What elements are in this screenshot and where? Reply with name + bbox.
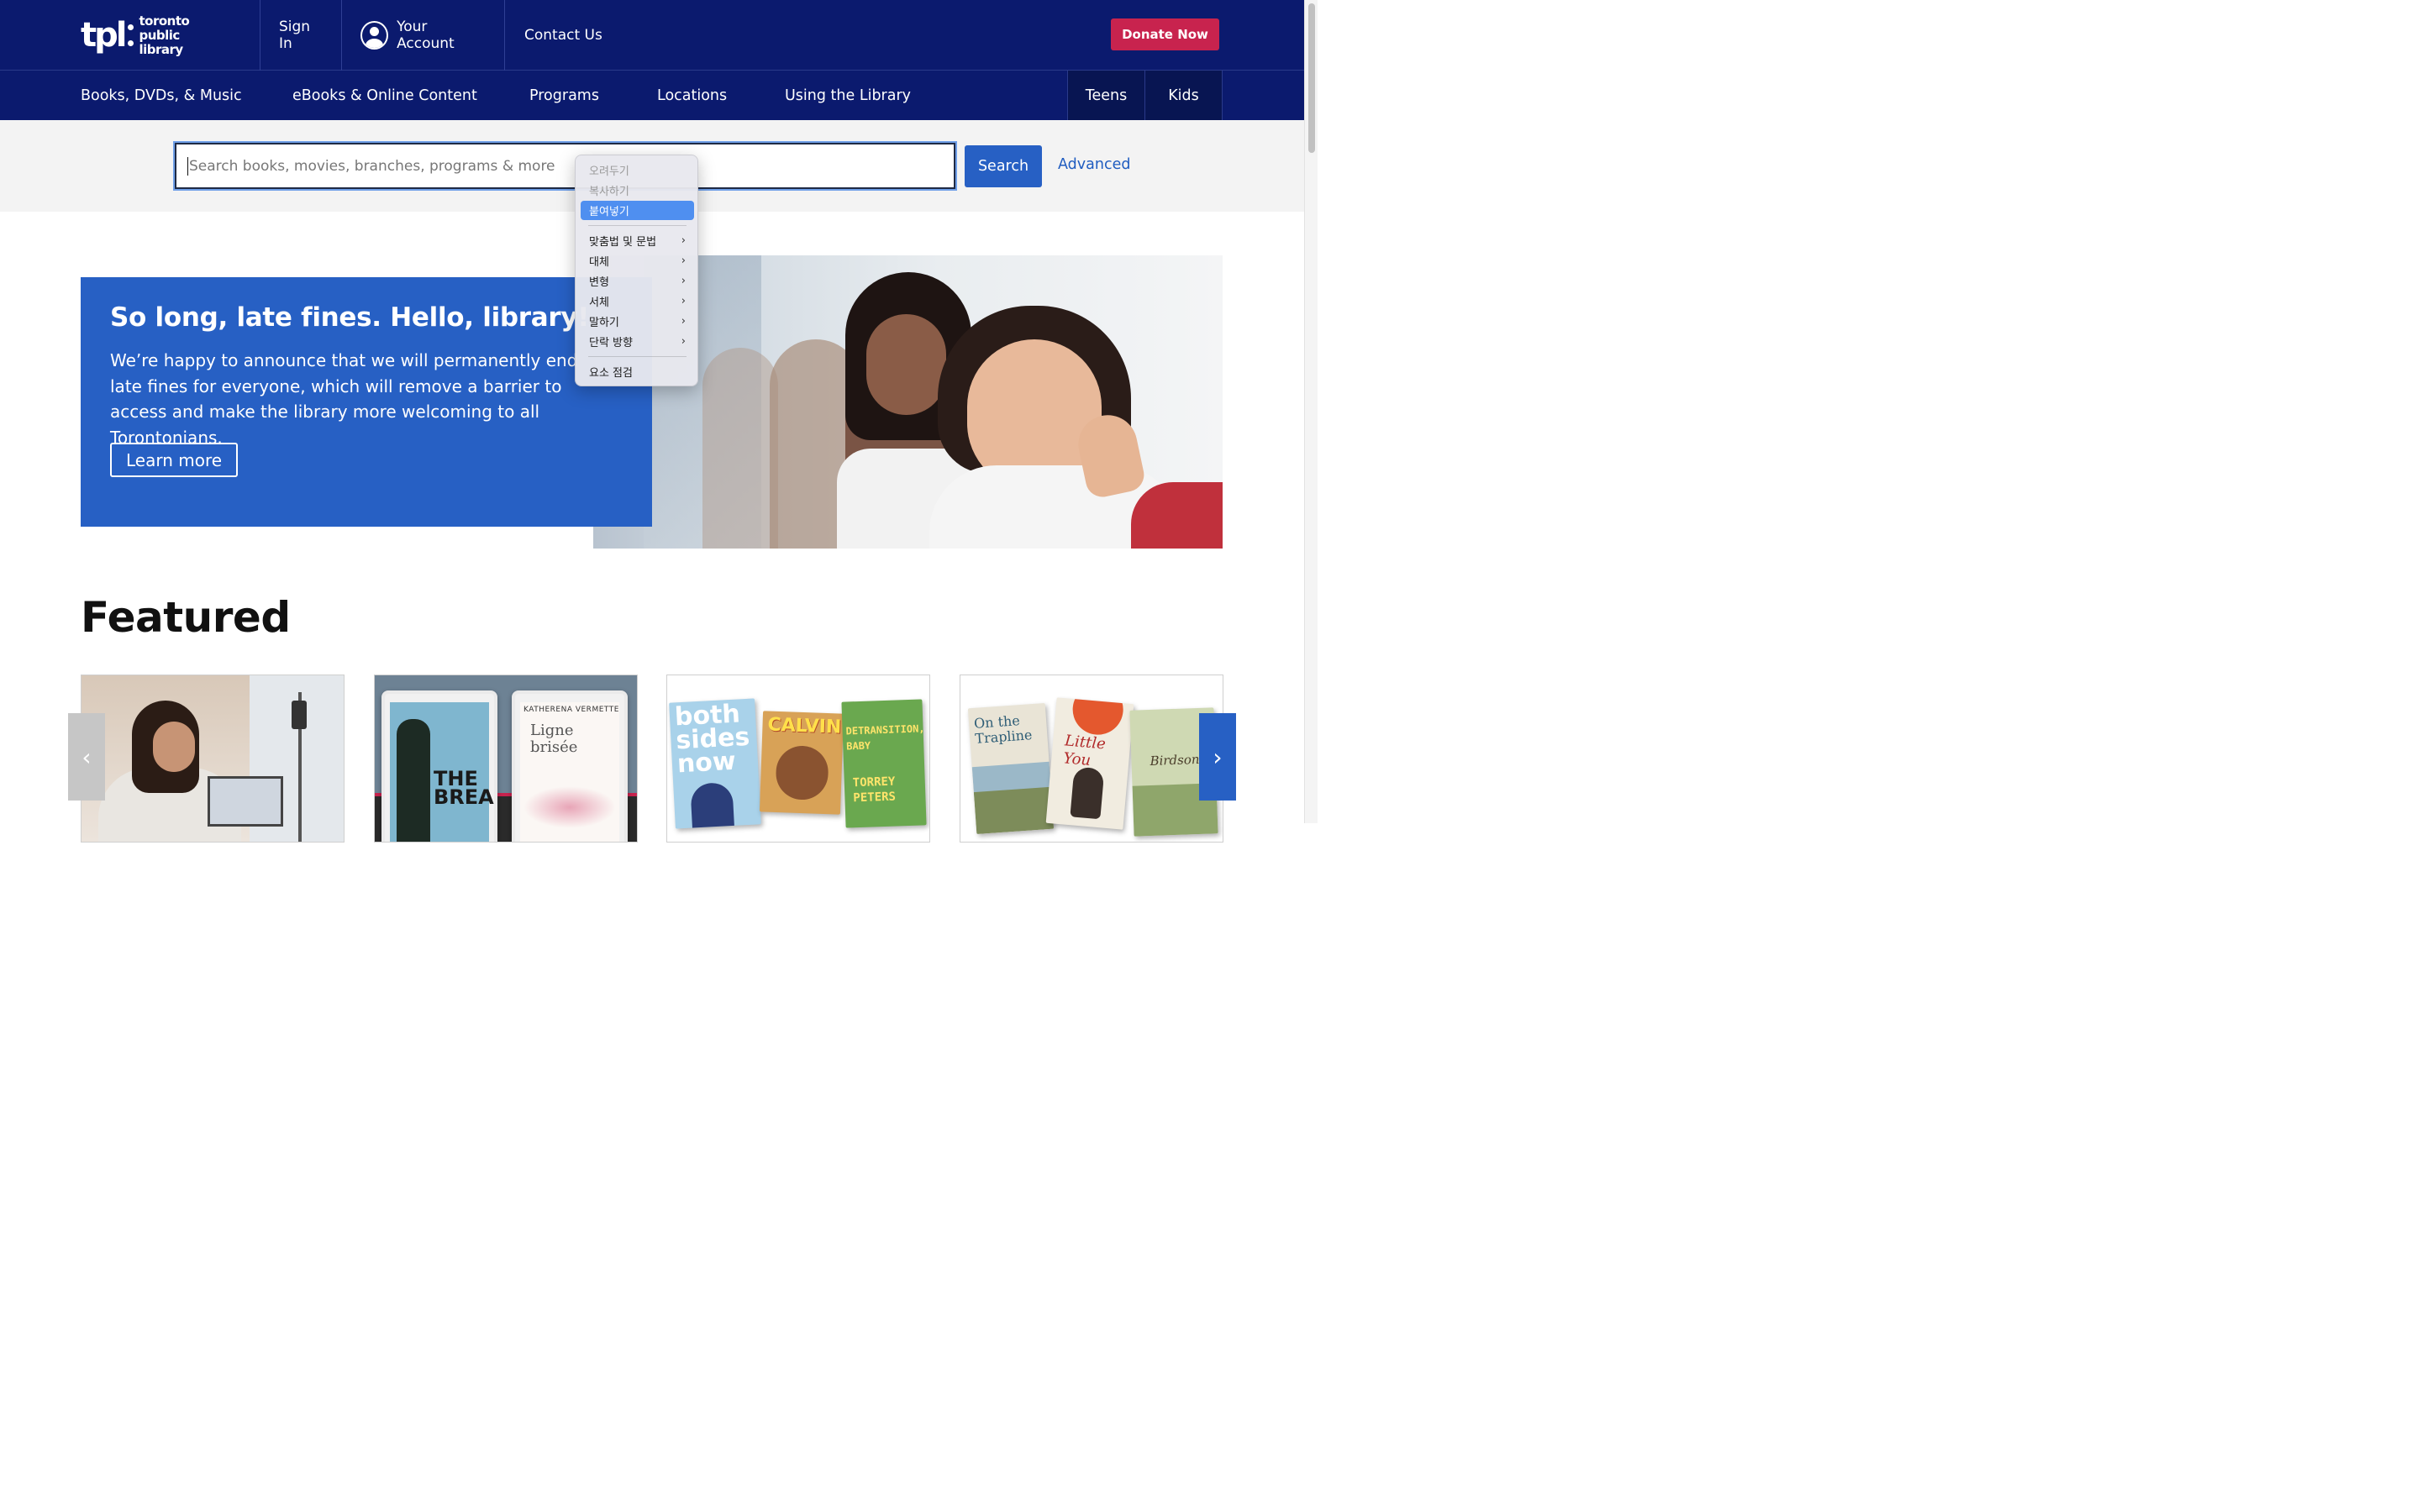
learn-more-button[interactable]: Learn more bbox=[110, 443, 238, 477]
menu-item-copy[interactable]: 복사하기 bbox=[581, 181, 694, 200]
your-account-label: Your Account bbox=[397, 18, 455, 52]
featured-card-1[interactable] bbox=[81, 675, 345, 843]
menu-item-paste[interactable]: 붙여넣기 bbox=[581, 201, 694, 220]
menu-item-paragraph-direction[interactable]: 단락 방향 › bbox=[581, 332, 694, 351]
text-caret bbox=[187, 156, 188, 176]
nav-ebooks-online[interactable]: eBooks & Online Content bbox=[292, 71, 477, 120]
logo-dots bbox=[128, 24, 134, 46]
menu-separator bbox=[588, 356, 687, 357]
hero-title: So long, late fines. Hello, library! bbox=[110, 302, 590, 333]
sign-in-link[interactable]: Sign In bbox=[260, 0, 342, 71]
book-cover-the-break: THE BREAK bbox=[381, 690, 497, 842]
book-cover-ligne-brisee: KATHERENA VERMETTE Ligne brisée bbox=[512, 690, 628, 842]
featured-heading: Featured bbox=[81, 593, 291, 642]
featured-card-2[interactable]: THE BREAK KATHERENA VERMETTE Ligne brisé… bbox=[374, 675, 638, 843]
chevron-right-icon: › bbox=[681, 255, 686, 267]
your-account-link[interactable]: Your Account bbox=[341, 0, 505, 71]
scrollbar-thumb[interactable] bbox=[1308, 3, 1315, 153]
contact-us-link[interactable]: Contact Us bbox=[504, 0, 622, 71]
menu-item-font[interactable]: 서체 › bbox=[581, 291, 694, 311]
search-button[interactable]: Search bbox=[965, 145, 1042, 187]
search-input[interactable]: Search books, movies, branches, programs… bbox=[175, 143, 955, 189]
hero-body: We’re happy to announce that we will per… bbox=[110, 350, 578, 448]
tpl-logo[interactable]: tpl toronto public library bbox=[81, 13, 225, 57]
donate-now-button[interactable]: Donate Now bbox=[1111, 18, 1219, 50]
menu-item-transformations[interactable]: 변형 › bbox=[581, 271, 694, 291]
book-cover-calvin: CALVIN bbox=[759, 711, 844, 815]
book-title: both sides now bbox=[674, 699, 751, 780]
menu-separator bbox=[588, 225, 687, 226]
chevron-right-icon: › bbox=[681, 275, 686, 287]
chevron-right-icon: › bbox=[681, 234, 686, 247]
logo-mark: tpl bbox=[81, 16, 127, 55]
book-title: Little You bbox=[1062, 732, 1107, 770]
menu-item-speech[interactable]: 말하기 › bbox=[581, 312, 694, 331]
top-header: tpl toronto public library Sign In Your … bbox=[0, 0, 1304, 71]
book-author: KATHERENA VERMETTE bbox=[523, 706, 619, 714]
nav-locations[interactable]: Locations bbox=[657, 71, 727, 120]
book-cover-detransition-baby: DETRANSITION, BABY TORREY PETERS bbox=[841, 699, 927, 828]
carousel-next-button[interactable]: › bbox=[1199, 713, 1236, 801]
book-title: On the Trapline bbox=[973, 712, 1034, 747]
nav-teens[interactable]: Teens bbox=[1067, 71, 1144, 120]
chevron-right-icon: › bbox=[681, 295, 686, 307]
book-cover-both-sides-now: both sides now bbox=[669, 698, 761, 829]
laptop-image bbox=[208, 776, 283, 827]
context-menu: 오려두기 복사하기 붙여넣기 맞춤법 및 문법 › 대체 › 변형 › 서체 › 말하기… bbox=[575, 155, 698, 386]
book-cover-on-the-trapline: On the Trapline bbox=[967, 702, 1055, 835]
featured-card-3[interactable]: both sides now CALVIN DETRANSITION, BABY… bbox=[666, 675, 930, 843]
search-placeholder: Search books, movies, branches, programs… bbox=[189, 157, 555, 175]
logo-wordmark: toronto public library bbox=[139, 13, 225, 57]
advanced-search-link[interactable]: Advanced bbox=[1058, 156, 1130, 173]
menu-item-substitutions[interactable]: 대체 › bbox=[581, 251, 694, 270]
chevron-left-icon: ‹ bbox=[82, 743, 92, 771]
menu-item-inspect-element[interactable]: 요소 점검 bbox=[581, 362, 694, 381]
menu-item-spelling-grammar[interactable]: 맞춤법 및 문법 › bbox=[581, 231, 694, 250]
nav-kids[interactable]: Kids bbox=[1144, 71, 1223, 120]
logo-line2: public library bbox=[139, 27, 183, 57]
book-title: DETRANSITION, BABY bbox=[845, 722, 925, 753]
chevron-right-icon: › bbox=[681, 315, 686, 328]
nav-books-dvds-music[interactable]: Books, DVDs, & Music bbox=[81, 71, 242, 120]
chevron-right-icon: › bbox=[1213, 743, 1223, 771]
book-title: CALVIN bbox=[767, 714, 842, 738]
featured-card-4[interactable]: On the Trapline Little You Birdsong bbox=[960, 675, 1223, 843]
account-icon bbox=[360, 21, 389, 50]
nav-using-library[interactable]: Using the Library bbox=[785, 71, 911, 120]
book-title: Ligne brisée bbox=[530, 722, 578, 756]
nav-programs[interactable]: Programs bbox=[529, 71, 599, 120]
carousel-prev-button[interactable]: ‹ bbox=[68, 713, 105, 801]
logo-line1: toronto bbox=[139, 13, 190, 29]
book-author: TORREY PETERS bbox=[852, 774, 897, 806]
menu-item-cut[interactable]: 오려두기 bbox=[581, 160, 694, 180]
book-title: THE BREAK bbox=[434, 767, 494, 809]
main-nav: Books, DVDs, & Music eBooks & Online Con… bbox=[0, 71, 1304, 120]
page-scrollbar[interactable] bbox=[1304, 0, 1318, 823]
book-cover-little-you: Little You bbox=[1045, 697, 1134, 830]
chevron-right-icon: › bbox=[681, 335, 686, 348]
